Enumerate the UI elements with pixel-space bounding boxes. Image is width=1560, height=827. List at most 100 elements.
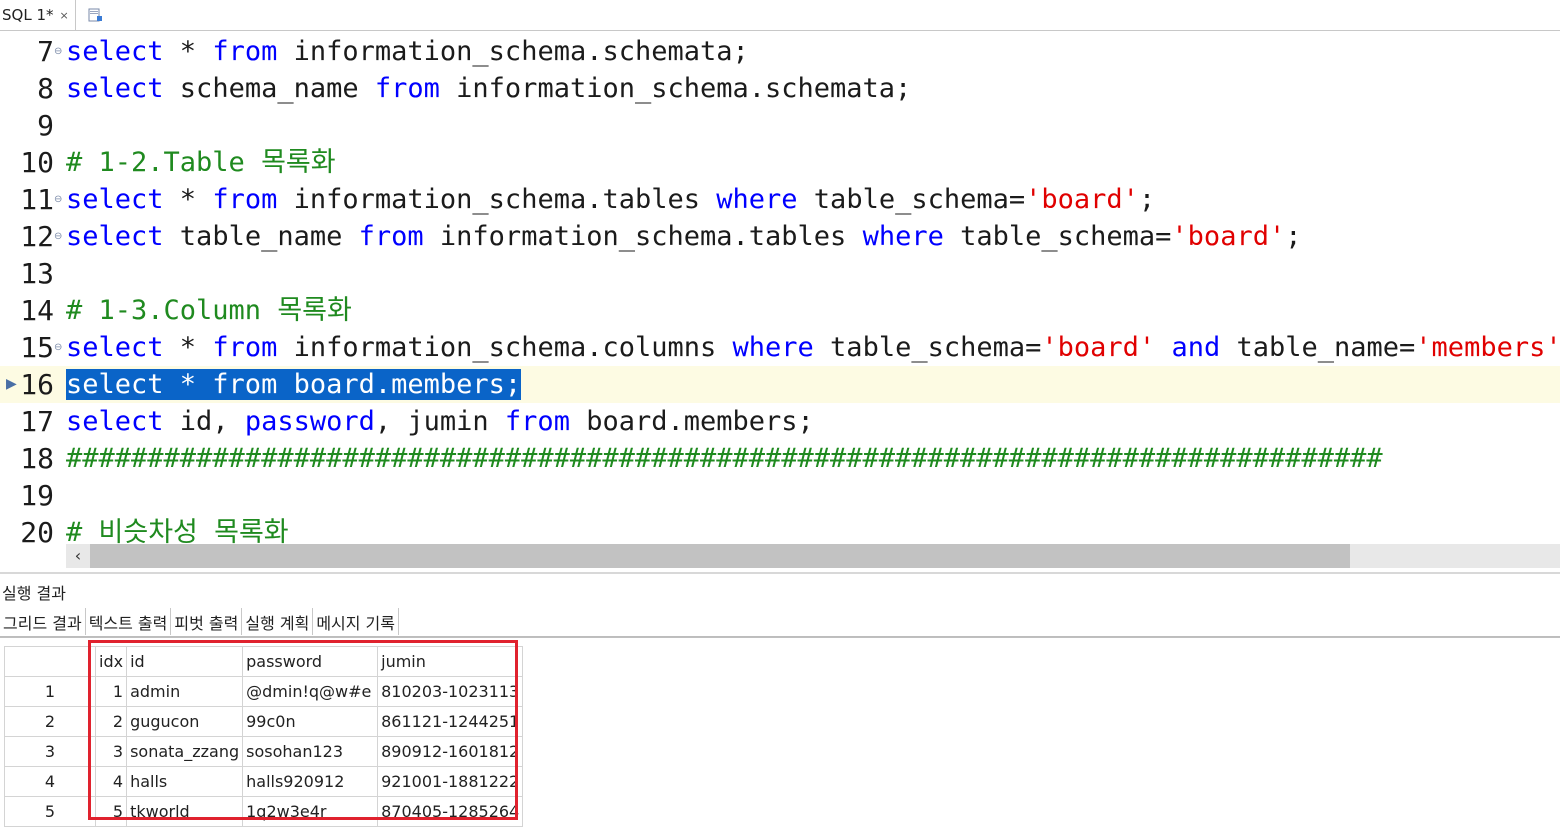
editor-line[interactable]: 17 select id, password, jumin from board.…: [0, 403, 1560, 440]
close-icon[interactable]: ×: [60, 9, 69, 22]
line-number: 10: [20, 146, 54, 179]
editor-line[interactable]: 12 ⊖ select table_name from information_sc…: [0, 218, 1560, 255]
editor-line[interactable]: 9: [0, 107, 1560, 144]
editor-line[interactable]: 10 # 1-2.Table 목록화: [0, 144, 1560, 181]
cell-id[interactable]: tkworld: [126, 796, 244, 827]
editor-line[interactable]: 14 # 1-3.Column 목록화: [0, 292, 1560, 329]
code-token: *: [163, 332, 213, 363]
string-token: 'members': [1415, 332, 1560, 363]
cell-idx[interactable]: 2: [94, 706, 128, 737]
cell-id[interactable]: admin: [126, 676, 244, 707]
sql-editor[interactable]: 7 ⊖ select * from information_schema.schem…: [0, 31, 1560, 544]
tab-message-log[interactable]: 메시지 기록: [313, 608, 399, 635]
cell-jumin[interactable]: 870405-1285264: [377, 796, 524, 827]
table-row[interactable]: 3 3 sonata_zzang sosohan123 890912-1601812: [4, 736, 524, 767]
scrollbar-thumb[interactable]: [90, 544, 1350, 568]
editor-line[interactable]: 13: [0, 255, 1560, 292]
cell-id[interactable]: sonata_zzang: [126, 736, 244, 767]
code-text[interactable]: select schema_name from information_sche…: [66, 70, 911, 107]
tab-text-output[interactable]: 텍스트 출력: [85, 608, 172, 635]
code-text[interactable]: # 비슷차성 목록화: [66, 514, 289, 544]
cell-password[interactable]: halls920912: [242, 766, 379, 797]
cell-password[interactable]: 1q2w3e4r: [242, 796, 379, 827]
panel-divider[interactable]: [0, 572, 1560, 574]
row-number[interactable]: 1: [4, 676, 96, 707]
code-text[interactable]: ########################################…: [66, 440, 1383, 477]
code-text[interactable]: select table_name from information_schem…: [66, 218, 1301, 255]
cell-idx[interactable]: 4: [94, 766, 128, 797]
cell-jumin[interactable]: 921001-1881222: [377, 766, 524, 797]
table-row[interactable]: 2 2 gugucon 99c0n 861121-1244251: [4, 706, 524, 737]
fold-icon[interactable]: ⊖: [54, 329, 64, 366]
scroll-left-icon[interactable]: ‹: [66, 544, 90, 568]
editor-line[interactable]: ▶ 16 select * from board.members;: [0, 366, 1560, 403]
new-document-icon: [88, 8, 102, 22]
keyword-token: and: [1171, 332, 1221, 363]
cell-id[interactable]: halls: [126, 766, 244, 797]
comment-token: # 1-2.Table 목록화: [66, 147, 336, 178]
code-text[interactable]: select * from information_schema.tables …: [66, 181, 1155, 218]
column-header-idx[interactable]: idx: [94, 646, 128, 677]
cell-idx[interactable]: 3: [94, 736, 128, 767]
line-number: 20: [20, 516, 54, 544]
grid-header-row: idx id password jumin: [4, 646, 524, 677]
code-text[interactable]: select id, password, jumin from board.me…: [66, 403, 814, 440]
table-row[interactable]: 5 5 tkworld 1q2w3e4r 870405-1285264: [4, 796, 524, 827]
editor-line[interactable]: 7 ⊖ select * from information_schema.schem…: [0, 33, 1560, 70]
code-text[interactable]: select * from board.members;: [66, 366, 522, 403]
line-number: 11: [20, 183, 54, 216]
tab-sql-1[interactable]: SQL 1* ×: [0, 0, 76, 30]
row-number-header[interactable]: [4, 646, 96, 677]
cell-id[interactable]: gugucon: [126, 706, 244, 737]
editor-line[interactable]: 8 select schema_name from information_sch…: [0, 70, 1560, 107]
code-text[interactable]: select * from information_schema.schemat…: [66, 33, 749, 70]
editor-line[interactable]: 11 ⊖ select * from information_schema.tabl…: [0, 181, 1560, 218]
editor-line[interactable]: 19: [0, 477, 1560, 514]
new-query-tab-button[interactable]: [84, 4, 106, 26]
tab-execution-plan[interactable]: 실행 계획: [242, 608, 314, 635]
fold-icon[interactable]: ⊖: [54, 218, 64, 255]
table-row[interactable]: 1 1 admin @dmin!q@w#e 810203-1023113: [4, 676, 524, 707]
horizontal-scrollbar[interactable]: ‹: [66, 544, 1560, 568]
tab-pivot-output[interactable]: 피벗 출력: [171, 608, 243, 635]
keyword-token: from: [374, 73, 440, 104]
cell-password[interactable]: 99c0n: [242, 706, 379, 737]
row-number[interactable]: 4: [4, 766, 96, 797]
cell-jumin[interactable]: 861121-1244251: [377, 706, 524, 737]
fold-icon[interactable]: ⊖: [54, 181, 64, 218]
line-number: 8: [37, 72, 54, 105]
row-number[interactable]: 2: [4, 706, 96, 737]
table-row[interactable]: 4 4 halls halls920912 921001-1881222: [4, 766, 524, 797]
cell-idx[interactable]: 1: [94, 676, 128, 707]
code-token: information_schema.columns: [277, 332, 733, 363]
code-text[interactable]: select * from information_schema.columns…: [66, 329, 1560, 366]
cell-password[interactable]: @dmin!q@w#e: [242, 676, 379, 707]
keyword-token: from: [212, 184, 278, 215]
editor-line[interactable]: 20 # 비슷차성 목록화: [0, 514, 1560, 544]
cell-idx[interactable]: 5: [94, 796, 128, 827]
code-text[interactable]: # 1-2.Table 목록화: [66, 144, 336, 181]
tab-grid-results[interactable]: 그리드 결과: [0, 608, 86, 635]
code-token: *: [163, 36, 213, 67]
editor-tab-bar: SQL 1* ×: [0, 0, 1560, 31]
column-header-id[interactable]: id: [126, 646, 244, 677]
column-header-password[interactable]: password: [242, 646, 379, 677]
row-number[interactable]: 3: [4, 736, 96, 767]
code-token: table_schema=: [813, 332, 1042, 363]
fold-icon[interactable]: ⊖: [54, 33, 64, 70]
keyword-token: select: [66, 73, 164, 104]
editor-line[interactable]: 18 ######################################…: [0, 440, 1560, 477]
cell-jumin[interactable]: 890912-1601812: [377, 736, 524, 767]
code-token: id,: [163, 406, 245, 437]
selected-text[interactable]: select * from board.members;: [66, 369, 522, 400]
code-text[interactable]: # 1-3.Column 목록화: [66, 292, 352, 329]
keyword-token: from: [212, 36, 278, 67]
cell-jumin[interactable]: 810203-1023113: [377, 676, 524, 707]
comment-token: ########################################…: [66, 443, 1383, 474]
column-header-jumin[interactable]: jumin: [377, 646, 524, 677]
line-number: 12: [20, 220, 54, 253]
cell-password[interactable]: sosohan123: [242, 736, 379, 767]
row-number[interactable]: 5: [4, 796, 96, 827]
editor-line[interactable]: 15 ⊖ select * from information_schema.colu…: [0, 329, 1560, 366]
